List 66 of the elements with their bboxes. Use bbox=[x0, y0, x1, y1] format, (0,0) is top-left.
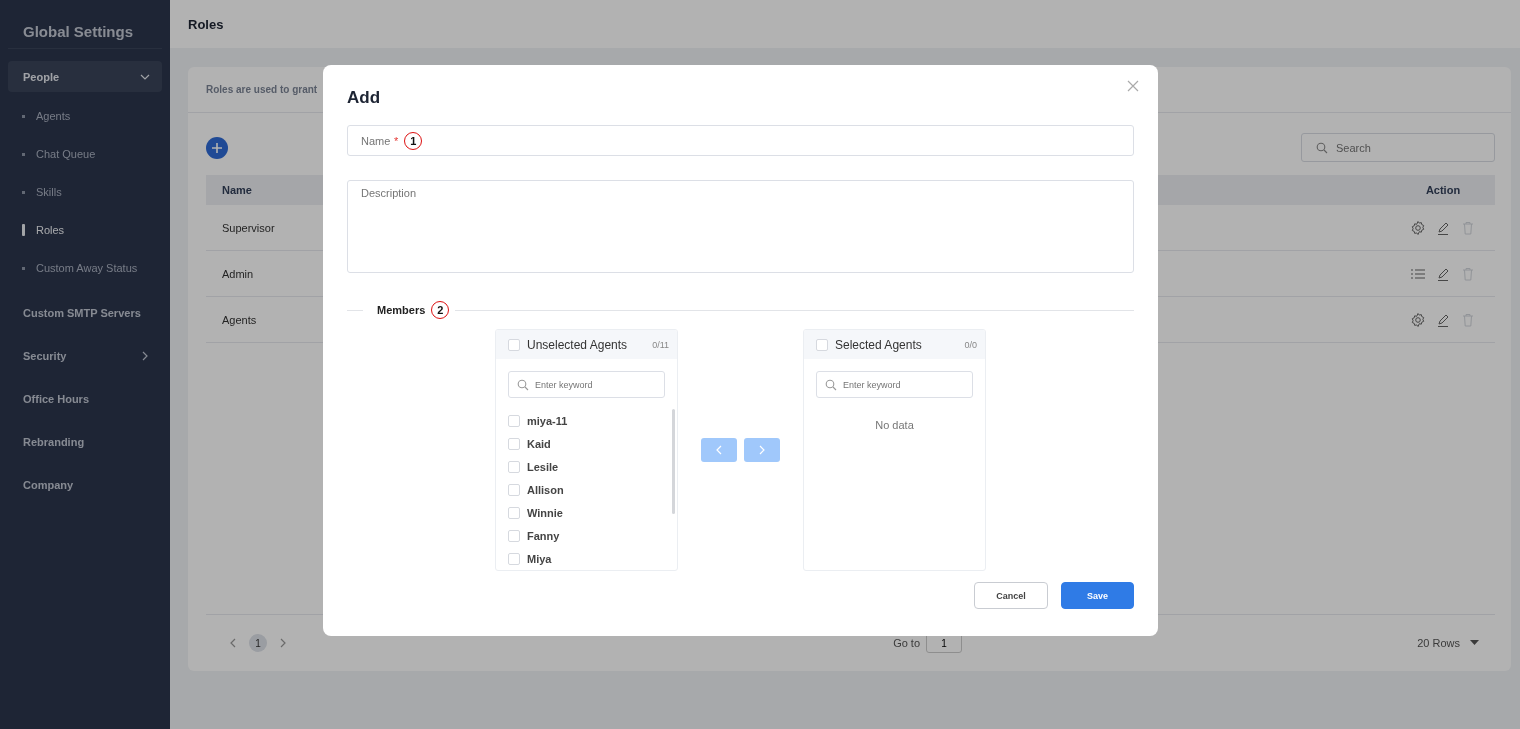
chevron-left-icon bbox=[714, 445, 724, 455]
checkbox[interactable] bbox=[508, 483, 520, 496]
description-text: Roles are used to grant bbox=[206, 84, 318, 95]
previous-page-icon[interactable] bbox=[228, 638, 238, 648]
gear-icon[interactable] bbox=[1410, 219, 1426, 236]
panel-title: Selected Agents bbox=[835, 337, 923, 352]
agent-name[interactable]: Lesile bbox=[527, 460, 559, 473]
table-cell: Agents bbox=[222, 313, 257, 326]
agent-name[interactable]: Allison bbox=[527, 483, 564, 496]
add-button[interactable] bbox=[206, 136, 228, 159]
gear-icon[interactable] bbox=[1410, 311, 1426, 328]
sidebar-item[interactable]: Office Hours bbox=[8, 383, 162, 414]
page-number[interactable]: 1 bbox=[249, 634, 267, 652]
page-title: Roles bbox=[188, 16, 224, 32]
checkbox[interactable] bbox=[508, 460, 520, 473]
sidebar-item[interactable]: People bbox=[8, 61, 162, 92]
caret-icon bbox=[1470, 640, 1479, 646]
sidebar-subitem[interactable]: Skills bbox=[36, 186, 62, 198]
sidebar-item[interactable]: Rebranding bbox=[8, 426, 162, 457]
section-label: Members bbox=[377, 304, 426, 316]
agent-name[interactable]: Winnie bbox=[527, 506, 563, 519]
dialog-title: Add bbox=[347, 87, 382, 109]
column-header: Name bbox=[222, 184, 252, 196]
sidebar-item[interactable]: Custom SMTP Servers bbox=[8, 297, 162, 328]
panel-title: Unselected Agents bbox=[527, 337, 629, 352]
rows-per-page-select[interactable]: 20 Rows bbox=[1417, 637, 1479, 649]
checkbox[interactable] bbox=[508, 529, 520, 542]
keyword-field[interactable]: Enter keyword bbox=[508, 371, 665, 398]
save-button[interactable]: Save bbox=[1061, 582, 1134, 609]
search-input[interactable]: Search bbox=[1334, 140, 1478, 155]
sidebar-subitem[interactable]: Chat Queue bbox=[36, 148, 96, 160]
agent-name[interactable]: Kaid bbox=[527, 437, 551, 450]
search-icon bbox=[825, 378, 837, 391]
column-header: Action bbox=[1424, 184, 1462, 196]
sidebar-subitem[interactable]: Custom Away Status bbox=[36, 262, 138, 274]
checkbox[interactable] bbox=[508, 414, 520, 427]
agent-name[interactable]: Miya bbox=[527, 552, 552, 565]
item-count: 0/0 bbox=[964, 339, 977, 350]
item-count: 0/11 bbox=[652, 339, 669, 350]
table-cell: Supervisor bbox=[222, 221, 275, 234]
sidebar-title: Global Settings bbox=[8, 0, 162, 49]
go-to-label: Go to bbox=[893, 637, 921, 649]
close-icon[interactable] bbox=[1127, 80, 1139, 92]
checkbox[interactable] bbox=[508, 437, 520, 450]
sidebar-item[interactable]: Company bbox=[8, 469, 162, 500]
agent-name[interactable]: Fanny bbox=[527, 529, 560, 542]
empty-text: No data bbox=[875, 419, 914, 431]
sidebar-subitem[interactable]: Agents bbox=[36, 110, 71, 122]
checkbox[interactable] bbox=[508, 506, 520, 519]
checkbox[interactable] bbox=[816, 338, 828, 351]
sidebar-item[interactable]: Security bbox=[8, 340, 162, 371]
checkbox[interactable] bbox=[508, 552, 520, 565]
sidebar-subitem[interactable]: Roles bbox=[36, 224, 65, 236]
agent-name[interactable]: miya-11 bbox=[527, 414, 568, 427]
table-cell: Admin bbox=[222, 267, 254, 280]
description-field[interactable]: Description bbox=[347, 180, 1134, 273]
chevron-right-icon bbox=[757, 445, 767, 455]
search-icon bbox=[517, 378, 529, 391]
search-field[interactable]: Search bbox=[1301, 133, 1495, 162]
checkbox[interactable] bbox=[508, 338, 520, 351]
search-icon bbox=[1316, 141, 1328, 154]
required-mark: * bbox=[394, 134, 399, 147]
next-page-icon[interactable] bbox=[278, 638, 288, 648]
keyword-field[interactable]: Enter keyword bbox=[816, 371, 973, 398]
cancel-button[interactable]: Cancel bbox=[974, 582, 1048, 609]
scrollbar[interactable] bbox=[672, 409, 675, 514]
